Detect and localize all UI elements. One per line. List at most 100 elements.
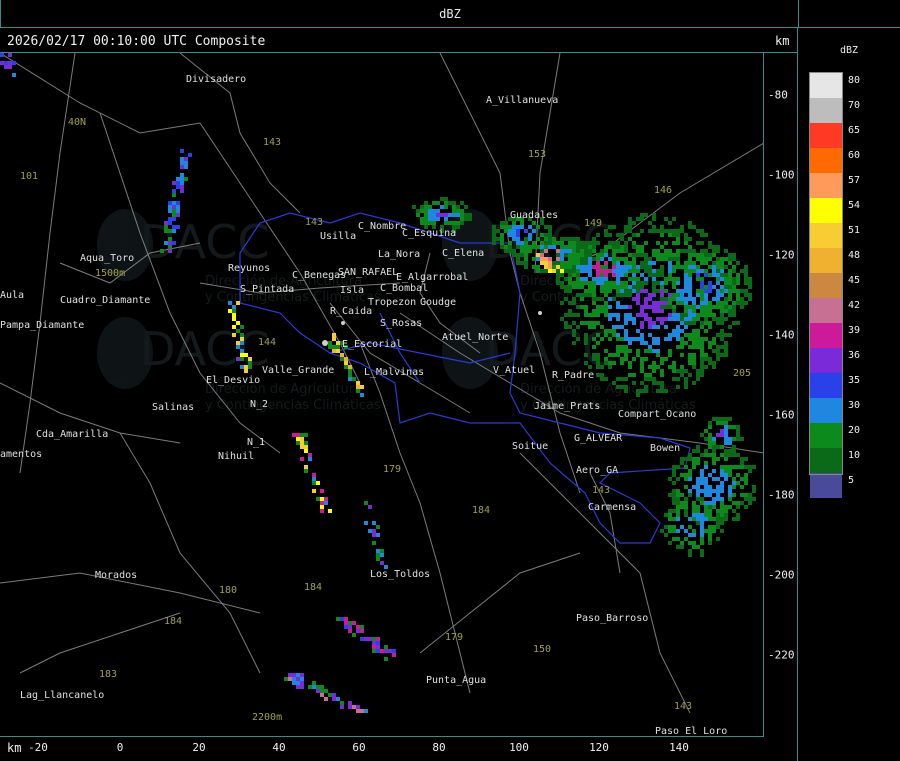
echo-cell <box>640 249 644 253</box>
echo-cell <box>548 237 552 241</box>
echo-cell <box>692 505 696 509</box>
echo-cell <box>680 353 684 357</box>
echo-cell <box>736 517 740 521</box>
echo-cell <box>372 533 376 537</box>
echo-cell <box>584 257 588 261</box>
echo-cell <box>176 205 180 209</box>
echo-cell <box>600 289 604 293</box>
echo-cell <box>600 285 604 289</box>
echo-cell <box>676 529 680 533</box>
echo-cell <box>492 237 496 241</box>
echo-cell <box>232 333 236 337</box>
echo-cell <box>304 433 308 437</box>
echo-cell <box>572 257 576 261</box>
echo-cell <box>596 361 600 365</box>
echo-cell <box>684 509 688 513</box>
echo-cell <box>176 209 180 213</box>
echo-cell <box>704 353 708 357</box>
place-label: Tropezon <box>368 297 416 308</box>
echo-cell <box>680 317 684 321</box>
echo-cell <box>544 257 548 261</box>
echo-cell <box>556 273 560 277</box>
echo-cell <box>644 377 648 381</box>
echo-cell <box>704 449 708 453</box>
echo-cell <box>724 417 728 421</box>
y-tick-label: -180 <box>768 488 795 502</box>
echo-cell <box>712 317 716 321</box>
echo-cell <box>740 269 744 273</box>
echo-cell <box>340 357 344 361</box>
echo-cell <box>568 313 572 317</box>
echo-cell <box>716 517 720 521</box>
echo-cell <box>716 289 720 293</box>
echo-cell <box>520 241 524 245</box>
echo-cell <box>688 225 692 229</box>
echo-cell <box>640 281 644 285</box>
echo-cell <box>8 53 12 57</box>
echo-cell <box>684 457 688 461</box>
echo-cell <box>708 285 712 289</box>
echo-cell <box>456 225 460 229</box>
echo-cell <box>732 269 736 273</box>
echo-cell <box>548 257 552 261</box>
echo-cell <box>356 629 360 633</box>
echo-cell <box>616 289 620 293</box>
echo-cell <box>580 241 584 245</box>
echo-cell <box>720 305 724 309</box>
echo-cell <box>616 385 620 389</box>
echo-cell <box>744 457 748 461</box>
echo-cell <box>656 353 660 357</box>
echo-cell <box>516 253 520 257</box>
echo-cell <box>388 649 392 653</box>
echo-cell <box>696 257 700 261</box>
echo-cell <box>644 313 648 317</box>
echo-cell <box>348 373 352 377</box>
echo-cell <box>716 261 720 265</box>
elevation-label: 143 <box>592 485 610 496</box>
echo-cell <box>744 481 748 485</box>
echo-cell <box>700 549 704 553</box>
titlebar-divider-right <box>798 0 799 28</box>
echo-cell <box>680 525 684 529</box>
echo-cell <box>736 289 740 293</box>
place-label: S_Pintada <box>240 284 294 295</box>
echo-cell <box>744 465 748 469</box>
echo-cell <box>672 313 676 317</box>
echo-cell <box>644 213 648 217</box>
echo-cell <box>552 241 556 245</box>
echo-cell <box>732 321 736 325</box>
echo-cell <box>180 161 184 165</box>
echo-cell <box>724 425 728 429</box>
echo-cell <box>732 485 736 489</box>
echo-cell <box>676 329 680 333</box>
echo-cell <box>716 265 720 269</box>
radar-map[interactable]: DACC Dirección de Agricultura y Continge… <box>0 53 764 737</box>
echo-cell <box>712 497 716 501</box>
echo-cell <box>564 285 568 289</box>
echo-cell <box>700 541 704 545</box>
echo-cell <box>676 537 680 541</box>
echo-cell <box>292 681 296 685</box>
echo-cell <box>616 261 620 265</box>
echo-cell <box>720 301 724 305</box>
echo-cell <box>624 265 628 269</box>
echo-cell <box>644 385 648 389</box>
echo-cell <box>704 293 708 297</box>
echo-cell <box>588 241 592 245</box>
legend-swatch <box>810 73 842 98</box>
echo-cell <box>604 277 608 281</box>
elevation-label: 2200m <box>252 712 282 723</box>
echo-cell <box>304 469 308 473</box>
echo-cell <box>668 233 672 237</box>
echo-cell <box>584 333 588 337</box>
echo-cell <box>644 297 648 301</box>
echo-cell <box>732 445 736 449</box>
echo-cell <box>540 249 544 253</box>
echo-cell <box>672 281 676 285</box>
echo-cell <box>692 449 696 453</box>
echo-cell <box>580 297 584 301</box>
echo-cell <box>592 257 596 261</box>
echo-cell <box>320 693 324 697</box>
echo-cell <box>728 273 732 277</box>
echo-cell <box>664 317 668 321</box>
